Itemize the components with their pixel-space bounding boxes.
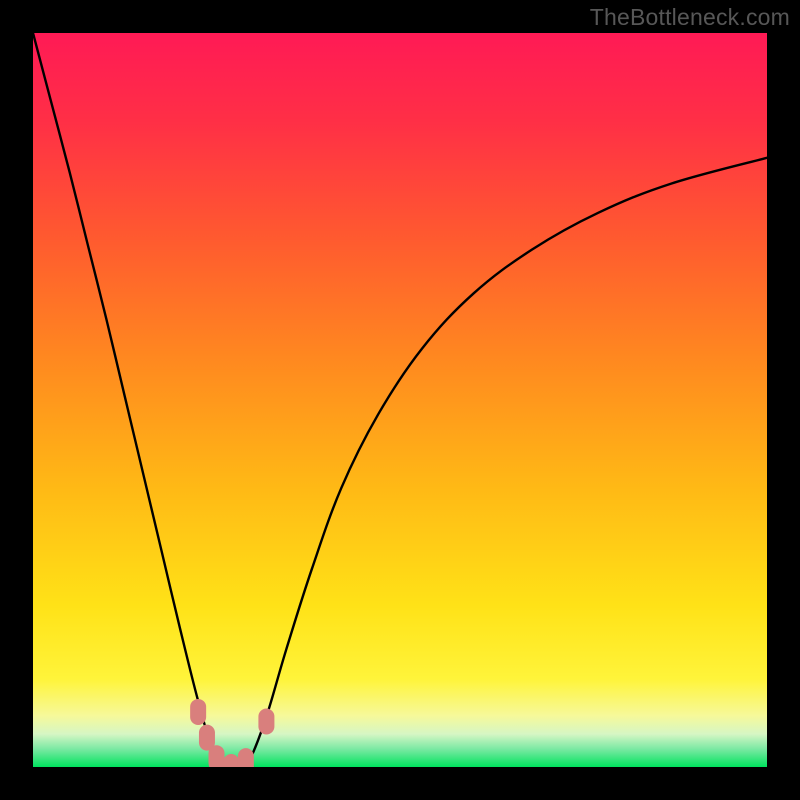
plot-area: [33, 33, 767, 767]
marker-dot: [223, 754, 239, 767]
marker-dot: [238, 748, 254, 767]
marker-dot: [258, 708, 274, 734]
chart-frame: TheBottleneck.com: [0, 0, 800, 800]
bottleneck-curve: [33, 33, 767, 767]
highlight-markers: [190, 699, 274, 767]
marker-dot: [209, 745, 225, 767]
watermark-text: TheBottleneck.com: [590, 4, 790, 31]
marker-dot: [190, 699, 206, 725]
